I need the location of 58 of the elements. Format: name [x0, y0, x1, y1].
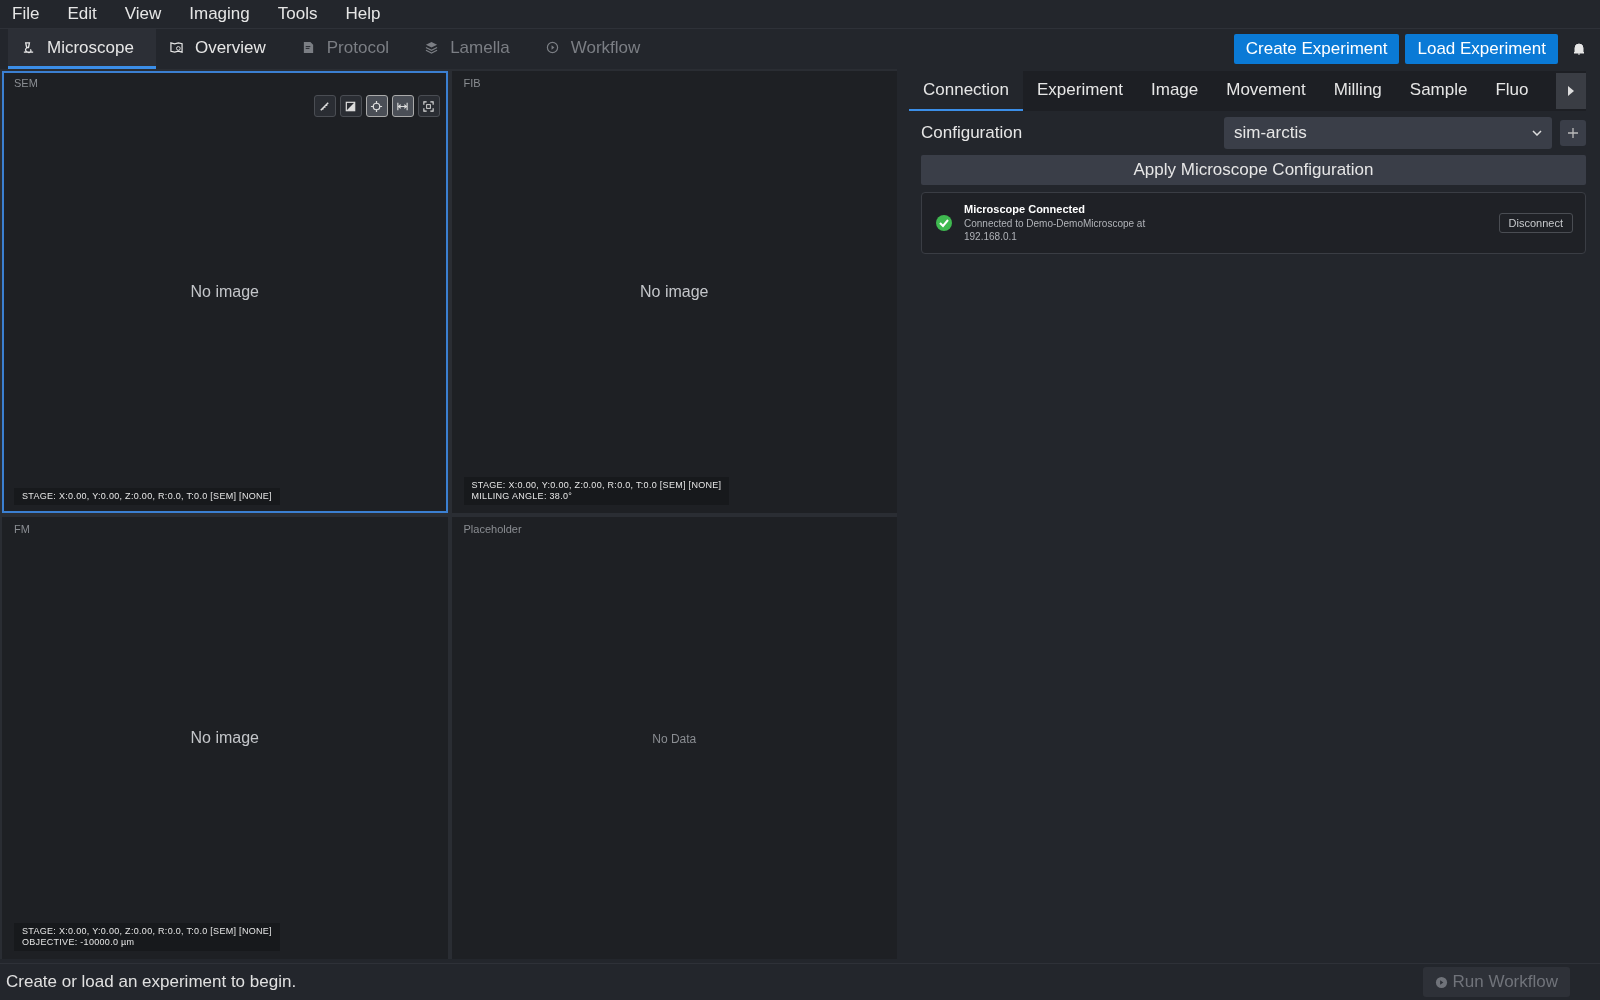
viewer-message: No image [190, 283, 259, 300]
play-circle-icon [1434, 975, 1448, 989]
info-line: MILLING ANGLE: 38.0° [471, 491, 574, 502]
microscope-icon [22, 41, 35, 54]
panel-tab[interactable]: Image [1137, 71, 1213, 111]
panel-tab[interactable]: Sample [1395, 71, 1482, 111]
plus-icon [1568, 128, 1578, 138]
tool-button[interactable] [339, 95, 362, 117]
experiment-button[interactable]: Load Experiment [1405, 34, 1558, 64]
main-tab[interactable]: Overview [155, 29, 288, 69]
viewer-title: FM [13, 522, 31, 537]
viewer-title: FIB [462, 76, 482, 91]
viewer-title: Placeholder [462, 522, 523, 537]
tool-button[interactable] [365, 95, 388, 117]
document-icon [301, 41, 315, 54]
info-line: OBJECTIVE: -10000.0 µm [22, 937, 136, 948]
add-button[interactable] [1560, 120, 1586, 146]
tool-button[interactable] [313, 95, 336, 117]
menu-item[interactable]: Tools [263, 4, 332, 24]
scroll-tabs-button[interactable] [1556, 73, 1586, 109]
disconnect-button[interactable]: Disconnect [1498, 213, 1573, 233]
panel-tab[interactable]: Movement [1212, 71, 1320, 111]
info-line: STAGE: X:0.00, Y:0.00, Z:0.00, R:0.0, T:0.0 [SEM] [NONE] [471, 480, 722, 491]
viewer-message: No image [190, 729, 259, 746]
viewer-message: No image [640, 283, 709, 300]
play-circle-icon [545, 41, 559, 54]
panel-tab[interactable]: Milling [1319, 71, 1396, 111]
contrast-icon [344, 99, 357, 113]
menu-item[interactable]: Edit [53, 4, 111, 24]
menu-item[interactable]: Help [331, 4, 395, 24]
right-triangle-icon [1567, 86, 1575, 96]
experiment-button[interactable]: Create Experiment [1233, 34, 1400, 64]
layers-icon [425, 41, 439, 54]
apply-button[interactable]: Apply Microscope Configuration [921, 155, 1586, 185]
info-line: STAGE: X:0.00, Y:0.00, Z:0.00, R:0.0, T:0.0 [SEM] [NONE] [22, 926, 272, 937]
connection-title: Microscope Connected [964, 203, 1087, 215]
chevron-down-icon [1532, 130, 1542, 136]
main-tab[interactable]: Microscope [8, 29, 156, 69]
connection-detail: Connected to Demo-DemoMicroscope at 192.168.0.1 [964, 217, 1147, 243]
field-label: Configuration [921, 123, 1024, 143]
status-message: Create or load an experiment to begin. [6, 972, 297, 992]
configuration-dropdown[interactable]: sim-arctis [1224, 117, 1552, 149]
crosshair-icon [370, 99, 383, 113]
map-icon [169, 41, 183, 54]
menu-item[interactable]: Imaging [175, 4, 264, 24]
tool-button[interactable] [417, 95, 440, 117]
tool-button[interactable] [391, 95, 414, 117]
viewer-title: SEM [13, 76, 39, 91]
ruler-icon [318, 99, 331, 113]
panel-tab[interactable]: Connection [909, 71, 1023, 111]
info-line: STAGE: X:0.00, Y:0.00, Z:0.00, R:0.0, T:0.0 [SEM] [NONE] [22, 491, 272, 502]
frame-icon [422, 99, 435, 113]
panel-tab[interactable]: Experiment [1023, 71, 1137, 111]
menu-item[interactable]: File [12, 4, 54, 24]
menu-item[interactable]: View [110, 4, 176, 24]
panel-tab[interactable]: Fluo [1481, 71, 1543, 111]
bell-icon[interactable] [1572, 42, 1586, 56]
viewer-message: No Data [652, 732, 697, 746]
